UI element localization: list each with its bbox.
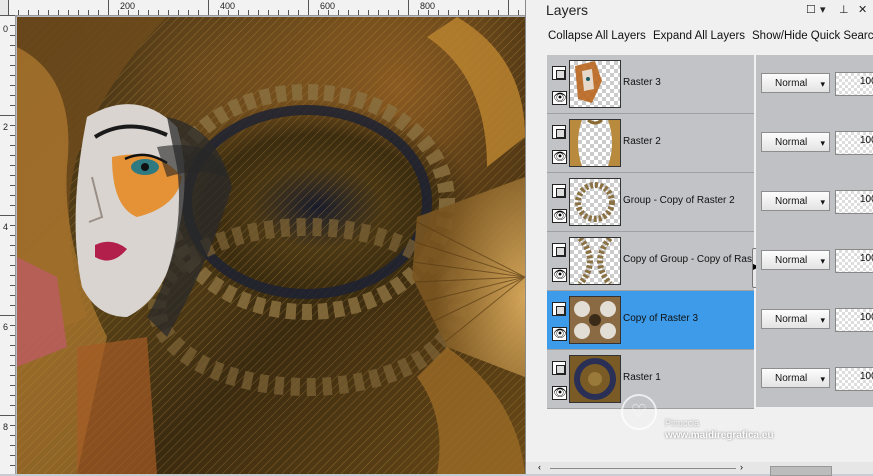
visibility-eye-icon[interactable]: 👁 (552, 327, 567, 341)
layer-name: Copy of Group - Copy of Raster 2 (623, 254, 772, 265)
opacity-value: 100 (860, 253, 873, 264)
opacity-field[interactable]: 100 (835, 249, 873, 273)
layer-group-icon[interactable] (552, 184, 566, 198)
layer-group-icon[interactable] (552, 243, 566, 257)
layer-properties: Normal 100 (756, 173, 873, 231)
artwork-image[interactable] (17, 17, 525, 474)
ruler-label: 200 (120, 1, 136, 11)
vertical-ruler-ticks (0, 15, 15, 466)
layer-thumbnail (569, 178, 621, 226)
layer-thumbnail (569, 60, 621, 108)
layer-name: Group - Copy of Raster 2 (623, 195, 735, 206)
layer-name: Raster 3 (623, 77, 661, 88)
layer-thumbnail (569, 296, 621, 344)
layers-list: 👁 Raster 3 👁 Raster 2 👁 Group - Copy of … (547, 55, 772, 409)
dropdown-icon[interactable]: ▾ (820, 3, 826, 16)
watermark-name: Pinuccia (665, 418, 700, 428)
ruler-label: 600 (320, 1, 336, 11)
layer-properties-column: Normal 100 Normal 100 Normal 100 Normal … (756, 55, 873, 407)
heart-icon: ♡ (621, 394, 657, 430)
ruler-label: 8 (3, 422, 9, 432)
blend-mode-dropdown[interactable]: Normal (761, 250, 830, 271)
opacity-field[interactable]: 100 (835, 131, 873, 155)
visibility-eye-icon[interactable]: 👁 (552, 386, 567, 400)
opacity-value: 100 (860, 76, 873, 87)
opacity-value: 100 (860, 135, 873, 146)
opacity-field[interactable]: 100 (835, 367, 873, 391)
ruler-label: 2 (3, 122, 9, 132)
palette-title-controls: ☐ ▾ ⊥ ✕ (804, 0, 873, 20)
blend-mode-dropdown[interactable]: Normal (761, 191, 830, 212)
watermark: ♡ Pinuccia www.maidiregrafica.eu (621, 392, 861, 442)
opacity-field[interactable]: 100 (835, 72, 873, 96)
layer-properties: Normal 100 (756, 291, 873, 349)
scroll-track[interactable] (550, 468, 736, 469)
close-icon[interactable]: ✕ (858, 3, 867, 16)
ruler-label: 800 (420, 1, 436, 11)
layer-group-icon[interactable] (552, 302, 566, 316)
horizontal-ruler: 200 400 600 800 (8, 0, 525, 16)
layer-group-icon[interactable] (552, 361, 566, 375)
layer-properties: Normal 100 (756, 114, 873, 172)
restore-icon[interactable]: ☐ (806, 3, 816, 16)
horizontal-scrollbar[interactable]: ‹ › (526, 462, 873, 476)
horizontal-ruler-ticks (8, 0, 519, 15)
canvas-area[interactable]: 200 400 600 800 0 2 4 6 8 (0, 0, 525, 474)
layers-palette: Layers ☐ ▾ ⊥ ✕ Collapse All Layers Expan… (525, 0, 873, 476)
layer-row[interactable]: 👁 Raster 3 (547, 55, 754, 114)
visibility-eye-icon[interactable]: 👁 (552, 209, 567, 223)
ruler-label: 6 (3, 322, 9, 332)
scroll-right-icon[interactable]: › (740, 462, 743, 472)
scroll-thumb[interactable] (770, 466, 832, 476)
layer-row[interactable]: 👁 Raster 2 (547, 114, 754, 173)
layer-row-selected[interactable]: 👁 Copy of Raster 3 (547, 291, 754, 350)
blend-mode-dropdown[interactable]: Normal (761, 368, 830, 389)
layer-group-icon[interactable] (552, 66, 566, 80)
layer-properties: Normal 100 (756, 55, 873, 113)
layer-name: Copy of Raster 3 (623, 313, 699, 324)
watermark-url: www.maidiregrafica.eu (665, 430, 774, 441)
layer-properties: Normal 100 (756, 232, 873, 290)
artwork-illustration (17, 17, 525, 474)
opacity-value: 100 (860, 194, 873, 205)
ruler-label: 0 (3, 24, 9, 34)
layer-name: Raster 2 (623, 136, 661, 147)
layer-thumbnail (569, 355, 621, 403)
blend-mode-dropdown[interactable]: Normal (761, 132, 830, 153)
palette-title: Layers (546, 2, 589, 18)
visibility-eye-icon[interactable]: 👁 (552, 150, 567, 164)
layer-row[interactable]: 👁 Group - Copy of Raster 2 (547, 173, 754, 232)
layer-row[interactable]: 👁 Copy of Group - Copy of Raster 2 (547, 232, 772, 291)
opacity-value: 100 (860, 312, 873, 323)
collapse-all-layers-button[interactable]: Collapse All Layers (548, 30, 646, 42)
blend-mode-dropdown[interactable]: Normal (761, 309, 830, 330)
ruler-label: 4 (3, 222, 9, 232)
layer-group-icon[interactable] (552, 125, 566, 139)
ruler-label: 400 (220, 1, 236, 11)
visibility-eye-icon[interactable]: 👁 (552, 91, 567, 105)
pin-icon[interactable]: ⊥ (839, 3, 849, 16)
opacity-field[interactable]: 100 (835, 190, 873, 214)
layer-thumbnail (569, 119, 621, 167)
scroll-left-icon[interactable]: ‹ (538, 462, 541, 472)
layer-name: Raster 1 (623, 372, 661, 383)
expand-all-layers-button[interactable]: Expand All Layers (653, 30, 745, 42)
blend-mode-dropdown[interactable]: Normal (761, 73, 830, 94)
opacity-field[interactable]: 100 (835, 308, 873, 332)
visibility-eye-icon[interactable]: 👁 (552, 268, 567, 282)
vertical-ruler: 0 2 4 6 8 (0, 15, 16, 474)
show-hide-quick-search-button[interactable]: Show/Hide Quick Search (752, 30, 873, 42)
opacity-value: 100 (860, 371, 873, 382)
layer-thumbnail (569, 237, 621, 285)
palette-toolbar: Collapse All Layers Expand All Layers Sh… (526, 26, 873, 48)
